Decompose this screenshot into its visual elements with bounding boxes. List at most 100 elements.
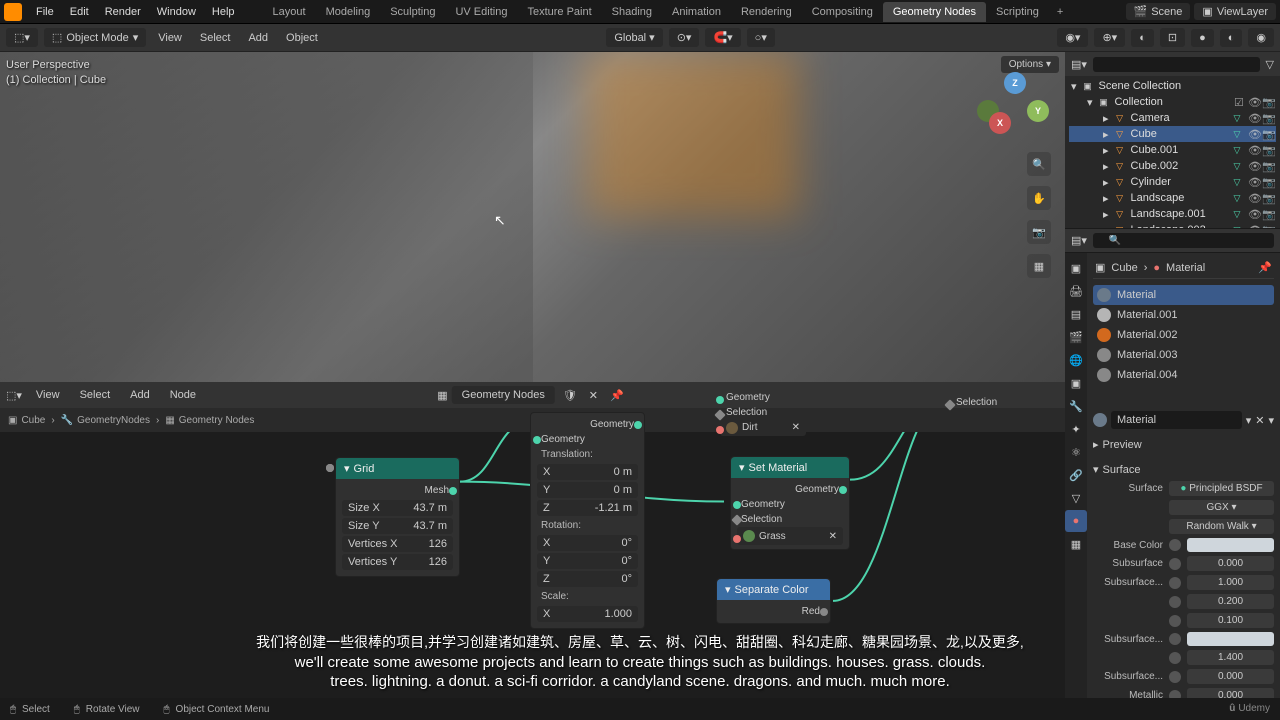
perspective-toggle-icon[interactable]: ▦ bbox=[1027, 254, 1051, 278]
rot-y[interactable]: Y0° bbox=[537, 553, 638, 569]
material-property[interactable]: Subsurface...0.000 bbox=[1093, 667, 1274, 686]
rot-z[interactable]: Z0° bbox=[537, 571, 638, 587]
tree-scene-collection[interactable]: ▾ ▣ Scene Collection bbox=[1069, 78, 1276, 94]
material-property[interactable]: 0.200 bbox=[1093, 592, 1274, 611]
tree-item-cube[interactable]: ▸▽Cube▽👁📷 bbox=[1069, 126, 1276, 142]
tab-physics-icon[interactable]: ⚛ bbox=[1065, 441, 1087, 463]
render-icon[interactable]: 📷 bbox=[1262, 224, 1274, 228]
render-icon[interactable]: 📷 bbox=[1262, 128, 1274, 140]
render-icon[interactable]: 📷 bbox=[1262, 112, 1274, 124]
overlay-toggle[interactable]: ⊕▾ bbox=[1094, 28, 1125, 47]
grid-verts-x[interactable]: Vertices X126 bbox=[342, 536, 453, 552]
properties-search[interactable] bbox=[1093, 233, 1274, 248]
view-menu[interactable]: View bbox=[152, 29, 188, 47]
eye-icon[interactable]: 👁 bbox=[1248, 144, 1260, 156]
shader-dropdown[interactable]: ● Principled BSDF bbox=[1169, 481, 1274, 496]
snap-toggle[interactable]: 🧲▾ bbox=[705, 28, 740, 47]
keyframe-dot[interactable] bbox=[1169, 633, 1181, 645]
grid-size-y[interactable]: Size Y43.7 m bbox=[342, 518, 453, 534]
pivot-dropdown[interactable]: ⊙▾ bbox=[669, 28, 700, 47]
material-property[interactable]: 1.400 bbox=[1093, 648, 1274, 667]
material-slot[interactable]: Material.002 bbox=[1093, 325, 1274, 345]
expand-icon[interactable]: ▸ bbox=[1103, 176, 1109, 189]
tab-output-icon[interactable]: 🖨 bbox=[1065, 280, 1087, 302]
pan-icon[interactable]: ✋ bbox=[1027, 186, 1051, 210]
collapse-icon[interactable]: ▾ bbox=[344, 462, 350, 475]
material-grass-field[interactable]: Grass ✕ bbox=[737, 527, 843, 545]
select-menu[interactable]: Select bbox=[194, 29, 237, 47]
eye-icon[interactable]: 👁 bbox=[1248, 112, 1260, 124]
tab-texture-icon[interactable]: ▦ bbox=[1065, 533, 1087, 555]
material-slot[interactable]: Material.003 bbox=[1093, 345, 1274, 365]
keyframe-dot[interactable] bbox=[1169, 615, 1181, 627]
scale-x[interactable]: X1.000 bbox=[537, 606, 638, 622]
editor-type-dropdown[interactable]: ⬚▾ bbox=[6, 28, 38, 47]
tab-rendering[interactable]: Rendering bbox=[731, 2, 802, 22]
grid-verts-y[interactable]: Vertices Y126 bbox=[342, 554, 453, 570]
axis-x[interactable]: X bbox=[989, 112, 1011, 134]
unlink-icon[interactable]: ✕ bbox=[585, 389, 602, 402]
pin-icon[interactable]: 📌 bbox=[606, 389, 628, 402]
tab-shading[interactable]: Shading bbox=[602, 2, 662, 22]
gizmo-toggle[interactable]: ◉▾ bbox=[1057, 28, 1088, 47]
eye-icon[interactable]: 👁 bbox=[1248, 192, 1260, 204]
tab-add-button[interactable]: + bbox=[1049, 2, 1071, 22]
tree-collection[interactable]: ▾ ▣ Collection ☑👁📷 bbox=[1069, 94, 1276, 110]
render-icon[interactable]: 📷 bbox=[1262, 192, 1274, 204]
menu-file[interactable]: File bbox=[28, 2, 62, 22]
trans-z[interactable]: Z-1.21 m bbox=[537, 500, 638, 516]
browse-icon[interactable]: ▾ bbox=[1246, 414, 1252, 427]
checkbox-icon[interactable]: ☑ bbox=[1234, 96, 1246, 108]
node-set-material[interactable]: ▾Set Material Geometry Geometry Selectio… bbox=[730, 456, 850, 550]
new-icon[interactable]: ▾ bbox=[1268, 414, 1274, 427]
material-property[interactable]: Subsurface... bbox=[1093, 630, 1274, 648]
3d-viewport[interactable]: User Perspective (1) Collection | Cube O… bbox=[0, 52, 1065, 382]
distribution-dropdown[interactable]: GGX ▾ bbox=[1169, 500, 1274, 515]
trans-y[interactable]: Y0 m bbox=[537, 482, 638, 498]
node-editor-type[interactable]: ⬚▾ bbox=[6, 389, 22, 402]
material-name-input[interactable]: Material bbox=[1111, 411, 1242, 429]
tab-geometry-nodes[interactable]: Geometry Nodes bbox=[883, 2, 986, 22]
subsurface-method-dropdown[interactable]: Random Walk ▾ bbox=[1169, 519, 1274, 534]
expand-icon[interactable]: ▸ bbox=[1103, 128, 1109, 141]
shading-wireframe[interactable]: ⊡ bbox=[1160, 28, 1185, 47]
orientation-dropdown[interactable]: Global ▾ bbox=[606, 28, 662, 47]
shading-rendered[interactable]: ◉ bbox=[1248, 28, 1274, 47]
tab-scripting[interactable]: Scripting bbox=[986, 2, 1049, 22]
tree-item-camera[interactable]: ▸▽Camera▽👁📷 bbox=[1069, 110, 1276, 126]
navigation-gizmo[interactable]: Z Y X bbox=[985, 72, 1045, 132]
preview-section[interactable]: ▸Preview bbox=[1093, 435, 1274, 454]
geometry-node-editor[interactable]: ⬚▾ View Select Add Node ▦ Geometry Nodes… bbox=[0, 382, 1065, 720]
expand-icon[interactable]: ▸ bbox=[1103, 192, 1109, 205]
viewlayer-selector[interactable]: ▣ ViewLayer bbox=[1194, 3, 1276, 20]
collapse-icon[interactable]: ▾ bbox=[1087, 96, 1093, 109]
outliner-type-icon[interactable]: ▤▾ bbox=[1071, 58, 1087, 71]
tab-render-icon[interactable]: ▣ bbox=[1065, 257, 1087, 279]
grid-size-x[interactable]: Size X43.7 m bbox=[342, 500, 453, 516]
tree-item-landscape-001[interactable]: ▸▽Landscape.001▽👁📷 bbox=[1069, 206, 1276, 222]
tab-constraint-icon[interactable]: 🔗 bbox=[1065, 464, 1087, 486]
shield-icon[interactable]: 🛡 bbox=[559, 389, 581, 402]
material-property[interactable]: Subsurface0.000 bbox=[1093, 554, 1274, 573]
tab-uv-editing[interactable]: UV Editing bbox=[445, 2, 517, 22]
ne-add-menu[interactable]: Add bbox=[124, 386, 156, 404]
mode-dropdown[interactable]: ⬚ Object Mode ▾ bbox=[44, 28, 146, 47]
add-menu[interactable]: Add bbox=[242, 29, 274, 47]
material-slot[interactable]: Material bbox=[1093, 285, 1274, 305]
tab-layout[interactable]: Layout bbox=[263, 2, 316, 22]
tree-item-cylinder[interactable]: ▸▽Cylinder▽👁📷 bbox=[1069, 174, 1276, 190]
keyframe-dot[interactable] bbox=[1169, 652, 1181, 664]
expand-icon[interactable]: ▸ bbox=[1103, 160, 1109, 173]
render-icon[interactable]: 📷 bbox=[1262, 176, 1274, 188]
material-slot[interactable]: Material.004 bbox=[1093, 365, 1274, 385]
expand-icon[interactable]: ▸ bbox=[1103, 144, 1109, 157]
crumb-tree[interactable]: ▦ Geometry Nodes bbox=[165, 415, 254, 426]
tab-material-icon[interactable]: ● bbox=[1065, 510, 1087, 532]
tab-world-icon[interactable]: 🌐 bbox=[1065, 349, 1087, 371]
ne-select-menu[interactable]: Select bbox=[74, 386, 117, 404]
filter-icon[interactable]: ▽ bbox=[1266, 58, 1274, 71]
node-transform[interactable]: Geometry Geometry Translation: X0 m Y0 m… bbox=[530, 412, 645, 629]
tab-object-icon[interactable]: ▣ bbox=[1065, 372, 1087, 394]
render-icon[interactable]: 📷 bbox=[1262, 144, 1274, 156]
crumb-modifier[interactable]: 🔧 GeometryNodes bbox=[61, 415, 150, 426]
